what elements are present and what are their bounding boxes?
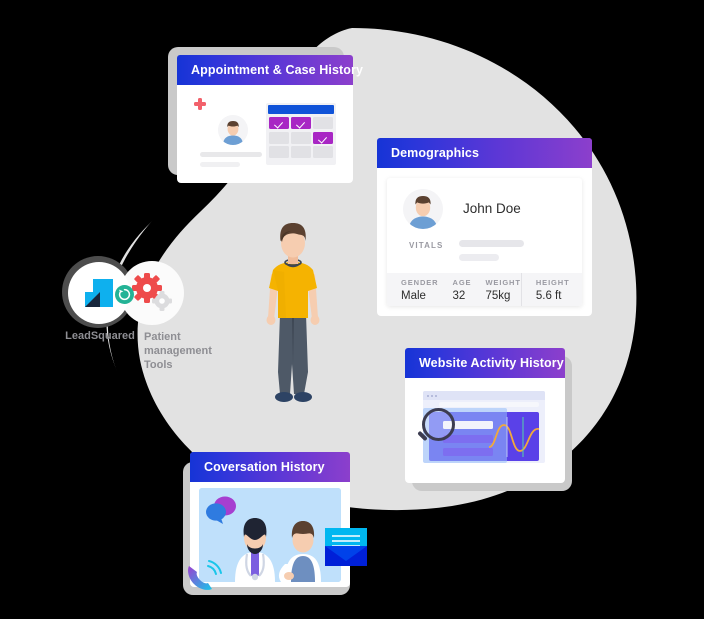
- panel-row: [443, 448, 493, 456]
- website-activity-card[interactable]: Website Activity History: [405, 348, 565, 483]
- stat-height-value: 5.6 ft: [535, 290, 562, 302]
- placeholder-bar: [200, 162, 240, 167]
- case-cell-empty[interactable]: [269, 146, 289, 158]
- vitals-label: VITALS: [409, 241, 444, 250]
- vitals-placeholder-bar: [459, 240, 524, 247]
- avatar: [218, 115, 248, 145]
- demographics-stats-row: GENDER Male AGE 32 WEIGHT 75kg HEIGHT 5.…: [387, 273, 582, 306]
- stat-age-value: 32: [452, 290, 466, 302]
- sync-icon: [115, 285, 134, 304]
- conversation-card-title: Coversation History: [204, 460, 325, 474]
- case-table-grid: [269, 117, 333, 158]
- envelope-icon[interactable]: [325, 528, 367, 566]
- stat-height-label: HEIGHT: [535, 278, 570, 287]
- illustration-canvas: Appointment & Case History Demographics …: [0, 0, 704, 619]
- tools-label: Patient management Tools: [144, 331, 212, 371]
- case-cell-empty[interactable]: [291, 131, 311, 144]
- appointment-card-body: [186, 93, 344, 175]
- panel-row: [443, 435, 493, 443]
- leadsquared-label: LeadSquared: [65, 330, 135, 342]
- demographics-card-title: Demographics: [391, 146, 480, 160]
- case-cell-empty[interactable]: [313, 146, 333, 158]
- stat-gender-value: Male: [401, 290, 426, 302]
- activity-wave-chart: [489, 417, 540, 457]
- demographics-card-body: John Doe VITALS GENDER Male AGE 32 WEIGH…: [387, 178, 582, 306]
- demographics-card[interactable]: Demographics John Doe VITALS GENDER Male: [377, 138, 592, 316]
- case-table-header: [268, 105, 334, 114]
- case-cell-empty[interactable]: [313, 117, 333, 129]
- case-cell-checked[interactable]: [291, 117, 311, 129]
- stat-weight-label: WEIGHT: [485, 278, 521, 287]
- case-cell-empty[interactable]: [291, 146, 311, 158]
- avatar: [403, 189, 443, 229]
- vitals-placeholder-bar: [459, 254, 499, 261]
- patient-avatar-illustration: [266, 223, 320, 402]
- browser-url-bar: [439, 402, 539, 407]
- stat-age: AGE 32: [439, 276, 472, 303]
- leadsquared-logo-icon: [85, 279, 113, 307]
- stat-gender-label: GENDER: [401, 278, 439, 287]
- website-card-header: Website Activity History: [405, 348, 565, 378]
- browser-titlebar: [423, 391, 545, 400]
- browser-dot-icon: [427, 394, 429, 397]
- placeholder-bar: [200, 152, 262, 157]
- website-card-title: Website Activity History: [419, 356, 564, 370]
- case-cell-empty[interactable]: [269, 131, 289, 144]
- magnifier-icon: [422, 408, 455, 441]
- website-card-body: [414, 384, 556, 474]
- appointment-card-header: Appointment & Case History: [177, 55, 363, 85]
- medical-cross-icon: [194, 98, 206, 110]
- phone-ring-icon[interactable]: [184, 560, 222, 594]
- stat-weight-value: 75kg: [485, 290, 511, 302]
- browser-dot-icon: [435, 394, 437, 397]
- appointment-card-title: Appointment & Case History: [191, 63, 364, 77]
- stat-age-label: AGE: [452, 278, 472, 287]
- case-cell-checked[interactable]: [313, 131, 333, 144]
- stat-weight: WEIGHT 75kg: [471, 276, 520, 303]
- case-table: [266, 103, 336, 165]
- appointment-card[interactable]: Appointment & Case History: [177, 55, 363, 183]
- chat-bubbles-icon: [206, 496, 236, 524]
- browser-dot-icon: [431, 394, 433, 397]
- gears-icon: [132, 273, 172, 311]
- stat-gender: GENDER Male: [387, 276, 439, 303]
- patient-name: John Doe: [463, 201, 521, 216]
- stat-height: HEIGHT 5.6 ft: [520, 273, 570, 306]
- conversation-card-header: Coversation History: [190, 452, 350, 482]
- demographics-card-header: Demographics: [377, 138, 592, 168]
- case-cell-checked[interactable]: [269, 117, 289, 129]
